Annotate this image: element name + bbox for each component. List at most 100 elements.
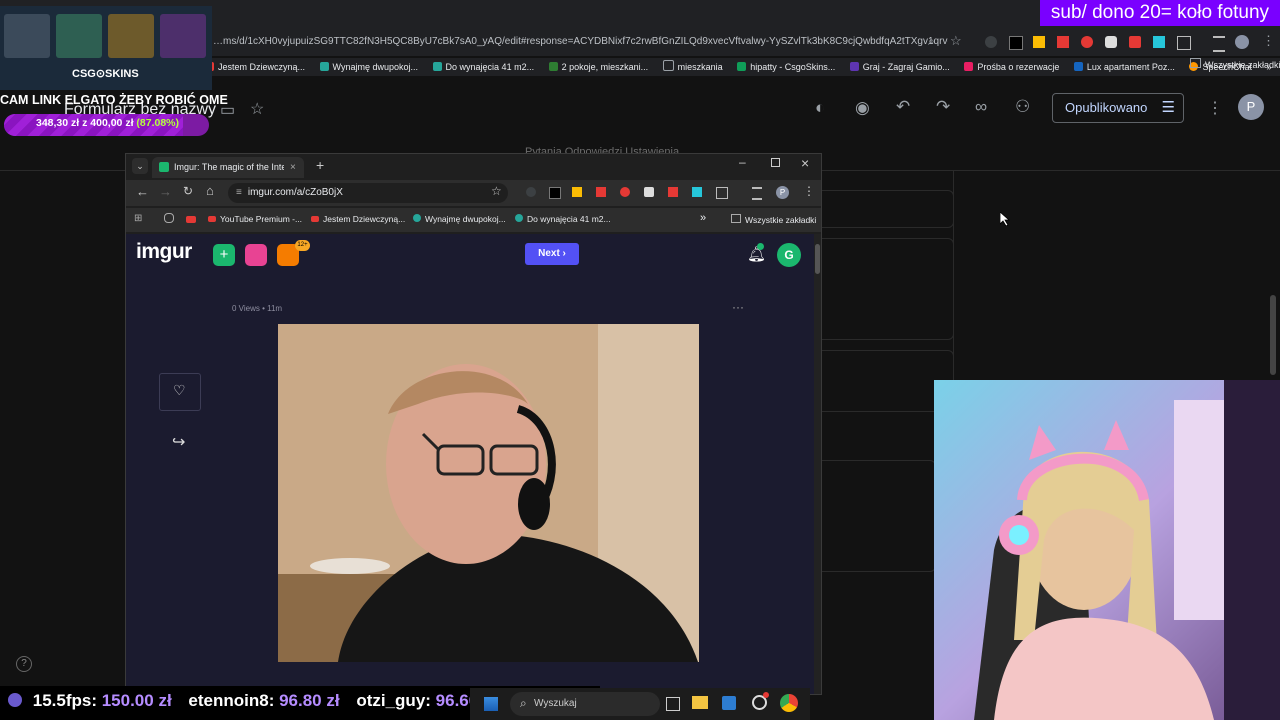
star-icon[interactable]: ☆ bbox=[491, 184, 502, 198]
tab-imgur[interactable]: Imgur: The magic of the Interne × bbox=[152, 157, 304, 178]
back-arrow-icon[interactable]: ← bbox=[136, 184, 149, 199]
site-info-icon[interactable]: ≡ bbox=[236, 187, 242, 198]
extension-icon[interactable] bbox=[526, 187, 536, 197]
post-image[interactable] bbox=[278, 324, 699, 662]
extension-icon bbox=[1033, 36, 1045, 48]
taskbar-search[interactable]: ⌕ Wyszukaj bbox=[510, 692, 660, 716]
share-arrow-icon[interactable]: ↪ bbox=[172, 432, 185, 452]
bookmark-item[interactable]: Jestem Dziewczyną... bbox=[205, 58, 305, 76]
extension-icon bbox=[1081, 36, 1093, 48]
form-panel bbox=[810, 190, 954, 228]
extension-icon[interactable] bbox=[572, 187, 582, 197]
published-button[interactable]: Opublikowano ☰ bbox=[1052, 93, 1184, 123]
meme-icon[interactable] bbox=[245, 244, 267, 266]
youtube-icon[interactable] bbox=[186, 216, 196, 223]
task-view-icon[interactable] bbox=[666, 697, 680, 711]
reload-icon[interactable]: ↻ bbox=[183, 184, 193, 198]
preview-eye-icon[interactable]: ◉ bbox=[855, 98, 870, 118]
profile-avatar bbox=[1235, 35, 1249, 49]
bookmark-item[interactable]: hipatty - CsgoSkins... bbox=[737, 58, 835, 76]
extension-icon[interactable] bbox=[620, 187, 630, 197]
bookmark-icon[interactable] bbox=[164, 213, 174, 223]
next-button[interactable]: Next › bbox=[525, 243, 579, 265]
inner-toolbar: ← → ↻ ⌂ ≡ imgur.com/a/cZoB0jX ☆ P ⋮ bbox=[126, 180, 821, 206]
kebab-menu-icon[interactable]: ⋮ bbox=[1262, 33, 1275, 49]
extension-icon bbox=[1129, 36, 1141, 48]
ticker-name: 15.5fps: bbox=[32, 691, 97, 710]
form-panel bbox=[810, 460, 936, 572]
redo-icon[interactable]: ↷ bbox=[936, 97, 950, 117]
shield-icon[interactable] bbox=[644, 187, 654, 197]
puzzle-icon[interactable] bbox=[716, 187, 728, 199]
ticker-amount: 150.00 zł bbox=[101, 691, 172, 710]
extension-icon[interactable] bbox=[668, 187, 678, 197]
store-icon[interactable] bbox=[722, 696, 736, 710]
bookmark-item[interactable]: Wynajmę dwupokoj... bbox=[319, 58, 418, 76]
home-icon[interactable]: ⌂ bbox=[206, 183, 214, 198]
all-bookmarks-folder[interactable]: Wszystkie zakładki bbox=[731, 214, 816, 225]
new-post-icon[interactable]: + bbox=[213, 244, 235, 266]
translate-icon[interactable] bbox=[692, 187, 702, 197]
scrollbar-track bbox=[814, 234, 821, 694]
star-icon[interactable]: ☆ bbox=[950, 33, 962, 49]
back-address-bar[interactable]: …ms/d/1cXH0vyjupuizSG9TTC82fN3H5QC8ByU7c… bbox=[213, 32, 948, 52]
profile-avatar[interactable]: P bbox=[776, 186, 789, 199]
csgo-skins-logo: CSG⊙SKINS bbox=[72, 68, 139, 80]
bookmark-folder[interactable]: mieszkania bbox=[662, 58, 723, 76]
imgur-address-bar[interactable]: ≡ imgur.com/a/cZoB0jX bbox=[228, 183, 508, 203]
tab-strip: ⌄ Imgur: The magic of the Interne × + – … bbox=[126, 154, 821, 178]
link-icon[interactable]: ∞ bbox=[975, 97, 987, 117]
palette-icon[interactable]: ◐ bbox=[815, 98, 825, 118]
imgur-favicon bbox=[159, 162, 169, 172]
add-collaborator-icon[interactable]: ⚇ bbox=[1015, 97, 1030, 117]
account-avatar[interactable]: P bbox=[1238, 94, 1264, 120]
maximize-icon[interactable] bbox=[771, 158, 780, 167]
bookmark-item[interactable]: Prośba o rezerwacje bbox=[964, 58, 1059, 76]
zoom-icon[interactable]: ⌕ bbox=[928, 34, 935, 49]
help-icon[interactable]: ? bbox=[16, 656, 32, 672]
chevron-right-icon[interactable]: » bbox=[700, 212, 706, 224]
puzzle-icon bbox=[1177, 36, 1191, 50]
close-tab-icon[interactable]: × bbox=[290, 157, 296, 178]
csgo-skins-banner: CSG⊙SKINS bbox=[0, 6, 212, 90]
file-explorer-icon[interactable] bbox=[692, 696, 708, 709]
new-tab-icon[interactable]: + bbox=[316, 157, 324, 173]
scrollbar[interactable] bbox=[1270, 295, 1276, 375]
adblock-icon[interactable] bbox=[596, 187, 606, 197]
heart-icon bbox=[8, 693, 22, 707]
tab-search-icon[interactable]: ⌄ bbox=[132, 158, 148, 174]
kebab-menu-icon[interactable]: ⋮ bbox=[803, 184, 815, 198]
bookmark-item[interactable]: 2 pokoje, mieszkani... bbox=[548, 58, 648, 76]
shield-icon bbox=[1105, 36, 1117, 48]
imgur-page: imgur + 12+ Next › 🔔︎ G 0 Views • 11m ··… bbox=[126, 234, 821, 694]
minimize-icon[interactable]: – bbox=[739, 155, 746, 169]
extension-icon[interactable] bbox=[549, 187, 561, 199]
post-options-icon[interactable]: ··· bbox=[732, 300, 744, 314]
all-bookmarks-folder[interactable]: Wszystkie zakładki bbox=[1190, 58, 1280, 70]
imgur-logo[interactable]: imgur bbox=[136, 240, 192, 264]
media-icon[interactable] bbox=[752, 187, 762, 200]
like-button[interactable]: ♡ bbox=[159, 373, 201, 411]
imgur-browser-window: ⌄ Imgur: The magic of the Interne × + – … bbox=[125, 153, 822, 695]
bookmark-item[interactable]: Do wynajęcia 41 m2... bbox=[432, 58, 534, 76]
post-meta: 0 Views • 11m bbox=[232, 304, 283, 313]
bookmark-item[interactable]: Graj - Zagraj Gamio... bbox=[849, 58, 950, 76]
skin-thumbnail bbox=[56, 14, 102, 58]
heart-icon: ♡ bbox=[173, 382, 186, 398]
user-avatar[interactable]: G bbox=[777, 243, 801, 267]
star-icon[interactable]: ☆ bbox=[250, 99, 264, 119]
close-window-icon[interactable]: × bbox=[801, 155, 809, 171]
undo-icon[interactable]: ↶ bbox=[896, 97, 910, 117]
forward-arrow-icon[interactable]: → bbox=[159, 184, 172, 199]
more-options-icon[interactable]: ⋮ bbox=[1207, 98, 1223, 118]
bookmark-item[interactable]: Wynajmę dwupokoj... bbox=[413, 214, 506, 224]
bookmark-item[interactable]: Do wynajęcia 41 m2... bbox=[515, 214, 611, 224]
ticker-amount: 96.80 zł bbox=[279, 691, 340, 710]
windows-start-icon[interactable] bbox=[484, 697, 498, 711]
chrome-icon[interactable] bbox=[780, 694, 798, 712]
scrollbar-thumb[interactable] bbox=[815, 244, 820, 274]
bookmark-item[interactable]: Jestem Dziewczyną... bbox=[311, 214, 405, 224]
apps-grid-icon[interactable]: ⊞ bbox=[134, 213, 142, 224]
bookmark-item[interactable]: Lux apartament Poz... bbox=[1073, 58, 1175, 76]
bookmark-item[interactable]: YouTube Premium -... bbox=[208, 214, 302, 224]
